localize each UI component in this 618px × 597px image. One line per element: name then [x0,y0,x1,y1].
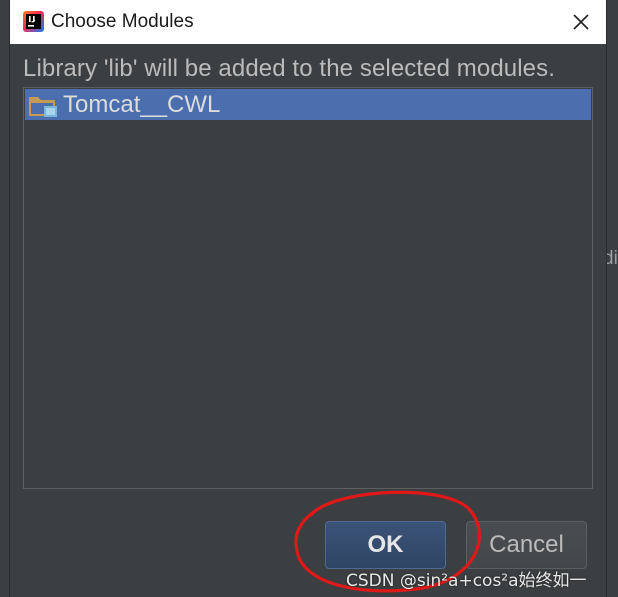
close-button[interactable] [566,8,596,36]
dialog-message: Library 'lib' will be added to the selec… [23,55,555,82]
ok-button[interactable]: OK [325,521,446,569]
intellij-idea-icon [23,11,44,32]
close-icon [573,14,589,30]
module-folder-icon [28,94,60,118]
dialog-title: Choose Modules [51,11,194,32]
title-bar[interactable]: Choose Modules [10,0,606,44]
module-list[interactable]: Tomcat__CWL [23,87,593,489]
module-label: Tomcat__CWL [63,91,221,118]
cancel-button[interactable]: Cancel [466,521,587,569]
list-item-module[interactable]: Tomcat__CWL [25,89,591,120]
watermark-text: CSDN @sin²a+cos²a始终如一 [346,571,587,591]
choose-modules-dialog: Choose Modules Library 'lib' will be add… [10,0,606,597]
